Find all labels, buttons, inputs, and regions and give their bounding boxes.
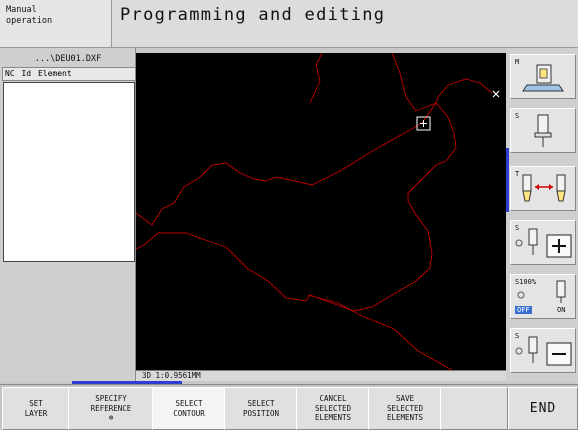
tool-call-softkey[interactable]: T	[510, 166, 576, 211]
element-list-panel: ...\DEU01.DXF NC Id Element	[0, 48, 136, 382]
column-header-id: Id	[21, 69, 32, 78]
contour-line	[307, 294, 453, 371]
spindle-minus-icon	[515, 336, 572, 366]
reference-marker	[416, 116, 431, 131]
scale-readout: 3D 1:0.9561MM	[142, 371, 201, 380]
contour-line	[309, 52, 323, 104]
spindle-plus-icon	[515, 228, 572, 258]
page-title: Programming and editing	[120, 5, 386, 25]
close-icon	[492, 90, 500, 98]
select-position-softkey[interactable]: SELECT POSITION	[224, 387, 298, 430]
override-on-label: ON	[557, 306, 566, 314]
specify-reference-softkey[interactable]: SPECIFY REFERENCE ⊕	[68, 387, 154, 430]
column-header-element: Element	[37, 69, 72, 78]
file-name: ...\DEU01.DXF	[34, 54, 102, 64]
column-header-nc: NC	[5, 69, 15, 78]
save-selected-elements-softkey[interactable]: SAVE SELECTED ELEMENTS	[368, 387, 442, 430]
spindle-plus-softkey[interactable]: S	[510, 220, 576, 265]
dxf-drawing-canvas[interactable]	[135, 52, 506, 371]
cancel-selected-elements-softkey[interactable]: CANCEL SELECTED ELEMENTS	[296, 387, 370, 430]
operating-mode-indicator: Manual operation	[0, 0, 112, 48]
contour-line	[135, 122, 423, 226]
softkey-bar: SET LAYER SPECIFY REFERENCE ⊕ SELECT CON…	[0, 384, 578, 430]
end-softkey[interactable]: END	[508, 387, 578, 430]
contour-drawing	[135, 52, 500, 371]
mode-label: Manual operation	[6, 5, 53, 26]
select-contour-softkey[interactable]: SELECT CONTOUR	[152, 387, 226, 430]
tool-change-icon	[522, 174, 566, 202]
element-list[interactable]	[3, 82, 135, 262]
title-bar: Programming and editing	[112, 0, 578, 48]
column-headers: NC Id Element	[2, 67, 136, 81]
spindle-override-softkey[interactable]: S100% OFF ON	[510, 274, 576, 319]
tool-table-icon	[522, 64, 564, 92]
contour-line	[135, 52, 457, 312]
spindle-icon	[534, 114, 552, 147]
scale-status-bar: 3D 1:0.9561MM	[136, 370, 506, 381]
machine-softkey-column: M S T S S100% OFF ON S	[506, 48, 578, 382]
contour-line	[421, 78, 493, 124]
set-layer-softkey[interactable]: SET LAYER	[2, 387, 70, 430]
m-function-softkey[interactable]: M	[510, 54, 576, 99]
spindle-softkey[interactable]: S	[510, 108, 576, 153]
softkey-scroll-indicator	[506, 148, 509, 212]
override-off-label: OFF	[515, 306, 532, 314]
spindle-minus-softkey[interactable]: S	[510, 328, 576, 373]
empty-softkey[interactable]	[440, 387, 508, 430]
